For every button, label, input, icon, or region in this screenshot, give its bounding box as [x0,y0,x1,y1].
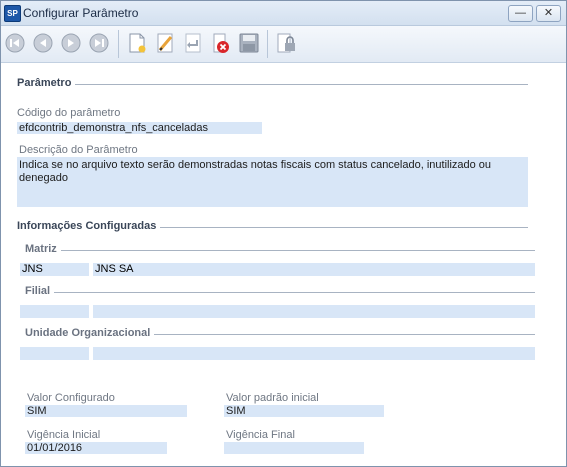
section-header-parametro: Parâmetro [17,77,76,89]
descricao-field[interactable]: Indica se no arquivo texto serão demonst… [17,157,528,207]
filial-code-field[interactable] [20,305,89,318]
valor-padrao-label: Valor padrão inicial [226,392,319,404]
filial-name-field[interactable] [93,305,535,318]
unidade-label: Unidade Organizacional [25,327,155,339]
delete-icon[interactable] [210,32,232,54]
section-divider [151,227,528,228]
unidade-code-field[interactable] [20,347,89,360]
filial-label: Filial [25,285,55,297]
window-title: Configurar Parâmetro [23,6,139,20]
title-bar: SP Configurar Parâmetro — ✕ [1,1,566,26]
filial-divider [49,292,535,293]
vigencia-final-label: Vigência Final [226,429,295,441]
form-content: Parâmetro Código do parâmetro efdcontrib… [1,63,566,466]
matriz-divider [57,250,535,251]
section-divider [61,84,528,85]
matriz-name-field[interactable]: JNS SA [93,263,535,276]
vigencia-inicial-label: Vigência Inicial [27,429,101,441]
first-record-icon[interactable] [4,32,26,54]
matriz-code-field[interactable]: JNS [20,263,89,276]
toolbar-separator [118,30,119,58]
section-header-informacoes: Informações Configuradas [17,220,161,232]
last-record-icon[interactable] [88,32,110,54]
app-logo-icon: SP [4,5,21,22]
unidade-divider [153,334,535,335]
unidade-name-field[interactable] [93,347,535,360]
matriz-label: Matriz [25,243,61,255]
vigencia-final-field[interactable] [224,442,364,454]
next-record-icon[interactable] [60,32,82,54]
close-button[interactable]: ✕ [536,5,561,22]
toolbar-separator [267,30,268,58]
undo-icon[interactable] [182,32,204,54]
valor-configurado-label: Valor Configurado [27,392,115,404]
minimize-button[interactable]: — [508,5,533,22]
configurar-parametro-window: SP Configurar Parâmetro — ✕ Parâmetro Có… [0,0,567,467]
vigencia-inicial-field[interactable]: 01/01/2016 [25,442,167,454]
previous-record-icon[interactable] [32,32,54,54]
valor-configurado-field[interactable]: SIM [25,405,187,417]
edit-pencil-icon[interactable] [154,32,176,54]
new-document-icon[interactable] [126,32,148,54]
toolbar [1,26,566,63]
descricao-label: Descrição do Parâmetro [19,144,138,156]
save-disk-icon[interactable] [238,32,260,54]
valor-padrao-field[interactable]: SIM [224,405,384,417]
codigo-field[interactable]: efdcontrib_demonstra_nfs_canceladas [17,122,262,134]
lock-icon[interactable] [275,32,297,54]
codigo-label: Código do parâmetro [17,107,121,119]
